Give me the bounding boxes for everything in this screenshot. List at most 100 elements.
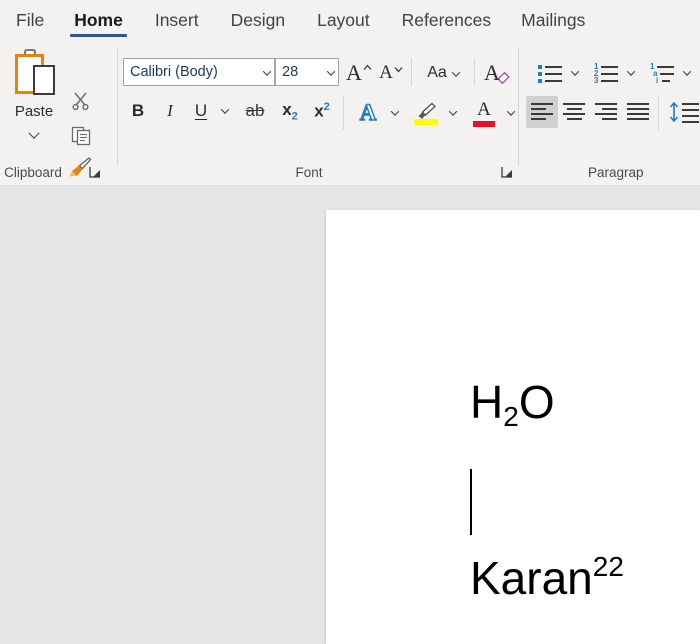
word-application-window: File Home Insert Design Layout Reference… <box>0 0 700 644</box>
numbering-dropdown[interactable] <box>622 58 640 88</box>
superscript-glyph: x2 <box>314 101 330 122</box>
subscript-mark: 2 <box>291 110 298 123</box>
paste-button[interactable]: Paste <box>6 46 62 156</box>
clear-formatting-label: A <box>484 60 500 85</box>
clear-formatting-button[interactable]: A <box>479 58 515 88</box>
multilevel-list-button[interactable]: 1 a i <box>646 58 678 88</box>
underline-dropdown[interactable] <box>215 96 235 126</box>
text-cursor <box>470 469 472 535</box>
change-case-button[interactable]: Aa <box>417 58 469 88</box>
document-canvas[interactable]: H2O Karan22 <box>0 186 700 644</box>
bold-label: B <box>131 101 145 120</box>
align-center-button[interactable] <box>558 96 590 128</box>
font-name-combobox[interactable]: Calibri (Body) <box>123 58 275 86</box>
subscript-button[interactable]: x2 <box>275 96 305 126</box>
font-dialog-launcher[interactable] <box>500 165 514 179</box>
dialog-launcher-icon <box>501 167 512 178</box>
scissors-icon <box>72 92 89 111</box>
bullets-button[interactable] <box>534 58 566 88</box>
tab-references-label: References <box>401 9 492 30</box>
underline-button[interactable]: U <box>187 96 215 126</box>
bullet-list-icon <box>538 63 562 83</box>
shrink-font-button[interactable]: A <box>375 58 407 88</box>
shrink-font-label: A <box>379 62 393 83</box>
text-effects-button[interactable]: A <box>351 96 385 130</box>
tab-design[interactable]: Design <box>215 0 301 40</box>
bullets-chevron-down-icon <box>570 67 580 76</box>
tab-insert-label: Insert <box>154 9 199 30</box>
document-text-h2o[interactable]: H2O <box>470 376 555 435</box>
superscript-button[interactable]: x2 <box>307 96 337 126</box>
h2o-subscript: 2 <box>503 401 519 432</box>
paste-button-label: Paste <box>14 103 54 120</box>
text-highlight-dropdown[interactable] <box>443 96 463 130</box>
document-page[interactable]: H2O Karan22 <box>326 210 700 644</box>
italic-label: I <box>167 101 173 120</box>
tab-mailings[interactable]: Mailings <box>507 0 599 40</box>
font-color-swatch <box>473 120 495 127</box>
tab-layout-label: Layout <box>317 9 370 30</box>
h2o-base: H <box>470 376 504 428</box>
tab-design-label: Design <box>230 9 286 30</box>
subscript-glyph: x2 <box>282 100 298 122</box>
font-size-combobox[interactable]: 28 <box>275 58 339 86</box>
align-left-icon <box>531 103 553 121</box>
font-name-chevron-down-icon[interactable] <box>262 64 272 80</box>
ribbon-tab-bar: File Home Insert Design Layout Reference… <box>0 0 700 40</box>
paste-dropdown-chevron-down-icon[interactable] <box>28 127 40 145</box>
tab-home-label: Home <box>74 9 123 30</box>
grow-font-label: A <box>346 60 362 85</box>
font-size-value: 28 <box>282 64 299 80</box>
ribbon-group-clipboard: Paste Clipboard <box>0 40 118 186</box>
multilevel-list-icon: 1 a i <box>650 63 674 85</box>
karan-base: Karan <box>470 552 593 604</box>
font-name-value: Calibri (Body) <box>130 64 218 80</box>
copy-button[interactable] <box>66 120 96 150</box>
change-case-chevron-down-icon[interactable] <box>451 64 461 82</box>
italic-button[interactable]: I <box>155 96 185 126</box>
tab-insert[interactable]: Insert <box>139 0 215 40</box>
text-highlight-color-button[interactable] <box>409 96 443 130</box>
font-divider-1 <box>411 58 412 86</box>
font-color-button[interactable]: A <box>467 96 501 130</box>
tab-layout[interactable]: Layout <box>301 0 386 40</box>
text-effects-dropdown[interactable] <box>385 96 405 130</box>
line-spacing-button[interactable] <box>666 96 700 128</box>
caret-up-icon <box>363 64 372 70</box>
align-right-button[interactable] <box>590 96 622 128</box>
strikethrough-label: ab <box>245 101 265 120</box>
justify-button[interactable] <box>622 96 654 128</box>
font-divider-3 <box>343 96 344 130</box>
bold-button[interactable]: B <box>123 96 153 126</box>
font-size-chevron-down-icon[interactable] <box>326 64 336 80</box>
clipboard-icon <box>11 48 57 100</box>
tab-file[interactable]: File <box>0 0 58 40</box>
group-divider <box>518 48 519 166</box>
paragraph-divider-1 <box>658 96 659 130</box>
multilevel-mark-3: i <box>656 76 659 85</box>
paragraph-group-label: Paragrap <box>588 165 644 180</box>
tab-home[interactable]: Home <box>58 0 139 40</box>
ribbon-group-paragraph: 1 2 3 1 a i Paragrap <box>520 40 700 186</box>
clipboard-group-label: Clipboard <box>4 165 62 180</box>
cut-button[interactable] <box>66 86 96 116</box>
strikethrough-button[interactable]: ab <box>239 96 271 126</box>
group-divider <box>117 48 118 166</box>
bullets-dropdown[interactable] <box>566 58 584 88</box>
clipboard-dialog-launcher[interactable] <box>88 165 102 179</box>
numbering-button[interactable]: 1 2 3 <box>590 58 622 88</box>
multilevel-list-dropdown[interactable] <box>678 58 696 88</box>
numbering-chevron-down-icon <box>626 67 636 76</box>
change-case-label: Aa <box>427 64 447 81</box>
karan-superscript: 22 <box>592 551 624 582</box>
multilevel-chevron-down-icon <box>682 67 692 76</box>
tab-references[interactable]: References <box>386 0 508 40</box>
grow-font-button[interactable]: A <box>343 58 375 88</box>
numbered-list-icon: 1 2 3 <box>594 63 618 85</box>
ribbon-content: Paste Clipboard Calibri (Body) 28 A A Aa… <box>0 40 700 186</box>
font-group-label: Font <box>295 165 323 180</box>
justify-icon <box>627 103 649 121</box>
document-text-karan[interactable]: Karan22 <box>470 551 624 611</box>
font-color-chevron-down-icon <box>506 107 516 116</box>
align-left-button[interactable] <box>526 96 558 128</box>
